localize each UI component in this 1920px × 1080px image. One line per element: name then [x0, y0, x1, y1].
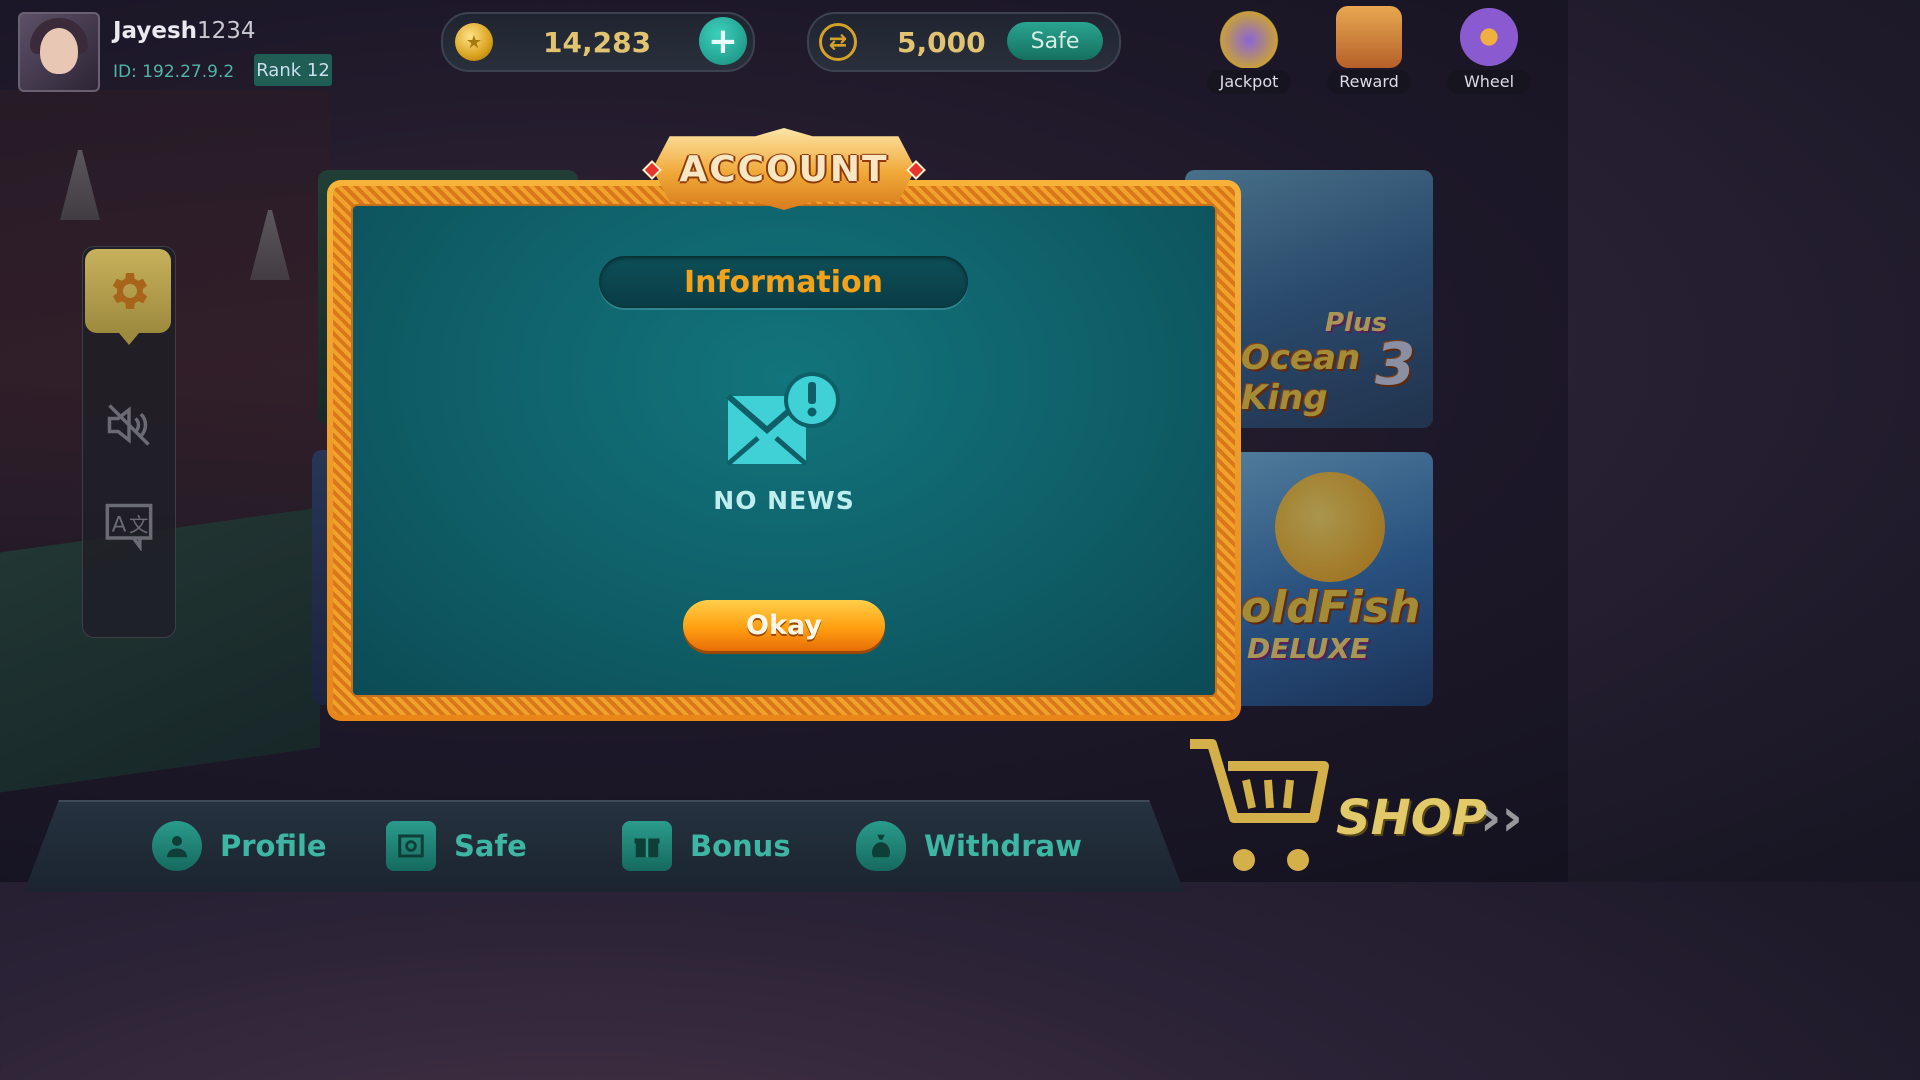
- safe-balance: 5,000: [897, 26, 986, 59]
- gear-icon: [112, 273, 148, 309]
- okay-button[interactable]: Okay: [683, 600, 885, 651]
- add-coins-button[interactable]: +: [699, 17, 747, 65]
- gift-icon: [622, 821, 672, 871]
- wheel-icon: [1460, 8, 1518, 66]
- section-title: Information: [599, 256, 968, 308]
- money-bag-icon: [856, 821, 906, 871]
- jackpot-button[interactable]: Jackpot: [1206, 6, 1292, 94]
- cart-icon: [1190, 739, 1329, 871]
- coin-icon: [455, 23, 493, 61]
- svg-text:A: A: [112, 513, 127, 538]
- profile-icon: [152, 821, 202, 871]
- side-settings-panel: A 文: [82, 246, 176, 638]
- safe-button[interactable]: Safe: [1007, 22, 1103, 60]
- shop-label: SHOP: [1336, 790, 1487, 846]
- mail-alert-icon: [726, 372, 840, 466]
- chevron-right-icon: ››: [1480, 788, 1523, 848]
- jackpot-chest-icon: [1216, 6, 1282, 68]
- language-button[interactable]: A 文: [101, 497, 157, 553]
- swap-icon: ⇄: [819, 23, 857, 61]
- nav-profile[interactable]: Profile: [152, 818, 327, 874]
- nav-safe[interactable]: Safe: [386, 818, 527, 874]
- top-bar: Jayesh1234 ID: 192.27.9.2 Rank 12 14,283…: [0, 0, 1568, 96]
- coin-balance-pill: 14,283 +: [441, 12, 755, 72]
- sound-toggle[interactable]: [101, 397, 157, 453]
- nav-bonus[interactable]: Bonus: [622, 818, 791, 874]
- wheel-button[interactable]: Wheel: [1446, 6, 1532, 94]
- user-id: ID: 192.27.9.2: [113, 62, 235, 82]
- username: Jayesh1234: [113, 18, 256, 44]
- safe-icon: [386, 821, 436, 871]
- modal-banner: ACCOUNT: [641, 128, 927, 210]
- mute-icon: [107, 404, 150, 446]
- safe-balance-pill: ⇄ 5,000 Safe: [807, 12, 1121, 72]
- settings-button[interactable]: [85, 249, 171, 345]
- nav-withdraw[interactable]: Withdraw: [856, 818, 1082, 874]
- treasure-chest-icon: [1336, 6, 1402, 68]
- avatar[interactable]: [18, 12, 100, 92]
- svg-text:文: 文: [129, 514, 149, 537]
- empty-state-text: NO NEWS: [713, 486, 855, 515]
- translate-icon: A 文: [105, 503, 153, 551]
- rank-badge: Rank 12: [254, 54, 332, 86]
- modal-title: ACCOUNT: [679, 148, 889, 190]
- coin-balance: 14,283: [543, 26, 652, 59]
- reward-button[interactable]: Reward: [1326, 6, 1412, 94]
